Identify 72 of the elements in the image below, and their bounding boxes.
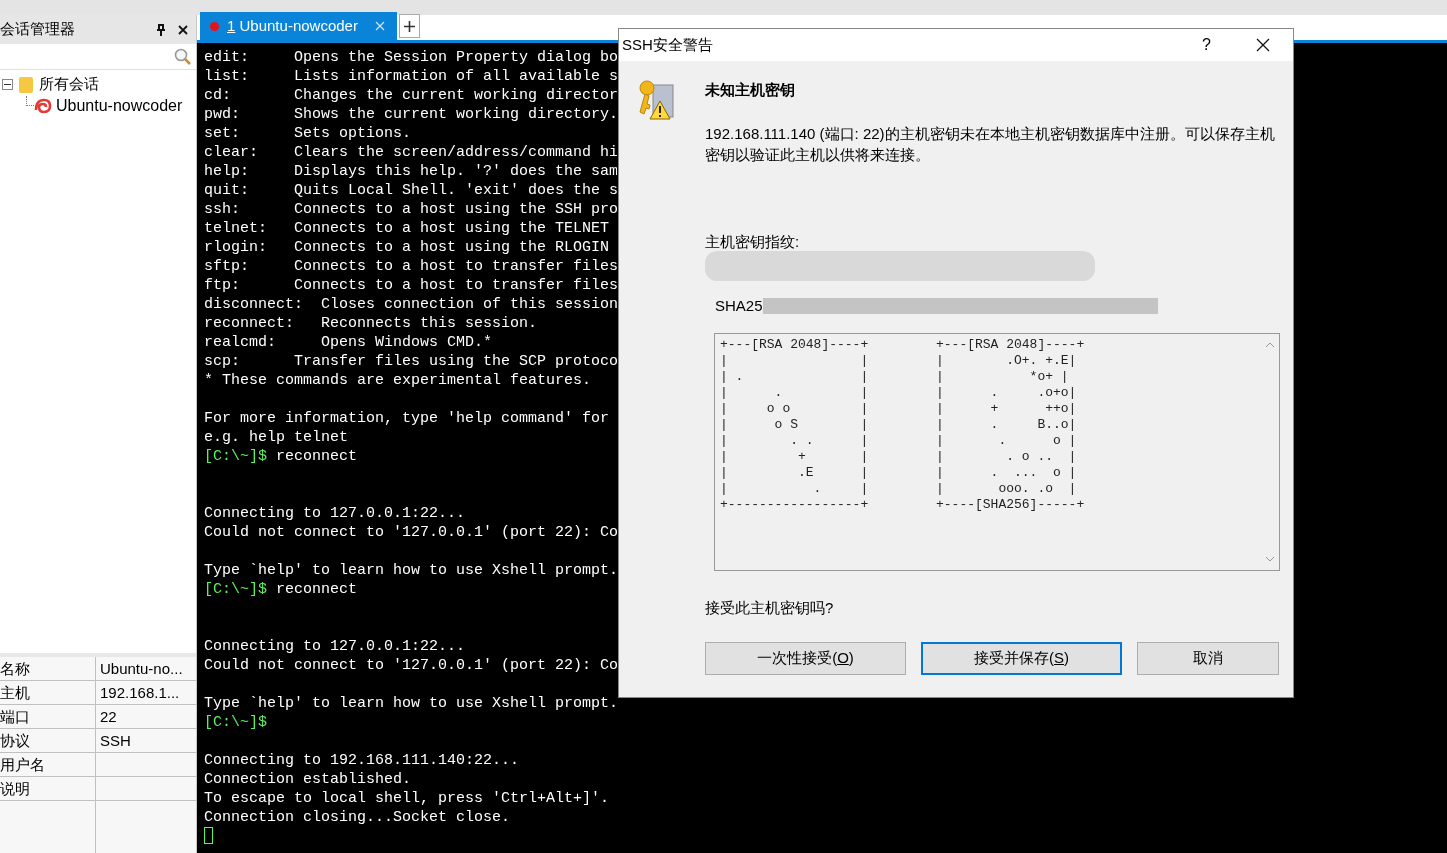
search-icon[interactable]	[174, 47, 192, 66]
terminal-line: telnet: Connects to a host using the TELNET	[204, 219, 610, 238]
property-value: 22	[99, 707, 118, 727]
field-label: 主机密钥指纹:	[705, 232, 801, 251]
dialog-button[interactable]: 取消	[1137, 642, 1279, 675]
terminal-line: cd: Changes the current working director	[204, 86, 617, 105]
terminal-line: clear: Clears the screen/address/command hi	[204, 143, 617, 162]
question-text: 接受此主机密钥吗?	[705, 598, 835, 617]
terminal-line: Could not connect to '127.0.0.1' (port 22): Co	[204, 523, 617, 542]
shell-prompt: [C:\~]$	[204, 713, 267, 732]
panel-title: 会话管理器	[0, 19, 76, 40]
new-tab-button[interactable]	[399, 14, 420, 38]
terminal-line: reconnect	[275, 447, 358, 466]
terminal-line: Connecting to 127.0.0.1:22...	[204, 504, 466, 523]
plus-icon	[404, 20, 415, 32]
terminal-line: ftp: Connects to a host to transfer files	[204, 276, 617, 295]
fingerprint-text: SHA25	[715, 295, 763, 316]
dialog-button[interactable]: 接受并保存(S)	[921, 642, 1122, 675]
session-tab[interactable]: 1 Ubuntu-nowcoder	[200, 12, 397, 40]
terminal-line: reconnect	[275, 580, 358, 599]
shell-prompt: [C:\~]$	[204, 447, 267, 466]
pin-icon[interactable]	[156, 23, 166, 36]
terminal-line: list: Lists information of all available s	[204, 67, 617, 86]
shell-prompt: [C:\~]$	[204, 580, 267, 599]
terminal-line: set: Sets options.	[204, 124, 412, 143]
terminal-line: edit: Opens the Session Property dialog bo	[204, 48, 617, 67]
help-button[interactable]: ?	[1202, 33, 1211, 57]
terminal-line: scp: Transfer files using the SCP protoco	[204, 352, 617, 371]
property-name: 说明	[0, 777, 96, 800]
terminal-line: rlogin: Connects to a host using the RLOGIN	[204, 238, 610, 257]
terminal-line: quit: Quits Local Shell. 'exit' does the s	[204, 181, 617, 200]
folder-icon	[19, 76, 33, 93]
text-cursor	[204, 827, 213, 844]
terminal-line: Type `help' to learn how to use Xshell prompt.	[204, 694, 617, 713]
property-value: Ubuntu-no...	[99, 659, 184, 679]
terminal-line: realcmd: Opens Windows CMD.*	[204, 333, 493, 352]
spiral-icon	[34, 97, 52, 114]
property-name: 名称	[0, 657, 96, 680]
terminal-line: help: Displays this help. '?' does the sam	[204, 162, 617, 181]
dialog-button[interactable]: 一次性接受(O)	[705, 642, 906, 675]
property-value: 192.168.1...	[99, 683, 181, 703]
terminal-line: pwd: Shows the current working directory.	[204, 105, 617, 124]
terminal-line: e.g. help telnet	[204, 428, 349, 447]
tree-item[interactable]: Ubuntu-nowcoder	[56, 93, 183, 118]
terminal-line: sftp: Connects to a host to transfer files	[204, 257, 617, 276]
property-value: SSH	[99, 731, 132, 751]
property-name: 主机	[0, 681, 96, 704]
collapse-toggle[interactable]	[2, 79, 13, 90]
tab-label: 1 Ubuntu-nowcoder	[227, 15, 359, 36]
terminal-line: Connection closing...Socket close.	[204, 808, 511, 827]
terminal-line: Type `help' to learn how to use Xshell prompt.	[204, 561, 617, 580]
terminal-line: To escape to local shell, press 'Ctrl+Alt+]'.	[204, 789, 610, 808]
property-name: 协议	[0, 729, 96, 752]
randomart: +---[RSA 2048]----+ | .O+. +.E| | *o+ | | . .o+o| | + ++o| | . B..o| | . o | | . o .. | | . ... o | | ooo. .o | +----[SHA256]-----+	[936, 336, 1086, 514]
terminal-line: * These commands are experimental features.	[204, 371, 592, 390]
terminal-line: reconnect: Reconnects this session.	[204, 314, 538, 333]
terminal-line: Connecting to 192.168.111.140:22...	[204, 751, 520, 770]
terminal-line: Could not connect to '127.0.0.1' (port 22): Co	[204, 656, 617, 675]
property-name: 用户名	[0, 753, 96, 776]
terminal-line: Connection established.	[204, 770, 412, 789]
terminal-line: For more information, type 'help command' for	[204, 409, 610, 428]
window-title: SSH安全警告	[622, 34, 714, 55]
terminal-line: disconnect: Closes connection of this session	[204, 295, 617, 314]
terminal-line: Connecting to 127.0.0.1:22...	[204, 637, 466, 656]
terminal-line: ssh: Connects to a host using the SSH pro	[204, 200, 617, 219]
close-icon[interactable]	[1256, 38, 1270, 52]
dialog-heading: 未知主机密钥	[705, 80, 796, 100]
tree-item[interactable]: 所有会话	[39, 73, 99, 96]
property-name: 端口	[0, 705, 96, 728]
randomart: +---[RSA 2048]----+ | | | . | | . | | o o | | o S | | . . | | + | | .E | | . | +-----------------+	[720, 336, 870, 514]
dialog-message: 192.168.111.140 (端口: 22)的主机密钥未在本地主机密钥数据库中注册。可以保存主机密钥以验证此主机以供将来连接。	[705, 124, 1275, 165]
close-icon[interactable]	[178, 24, 188, 35]
